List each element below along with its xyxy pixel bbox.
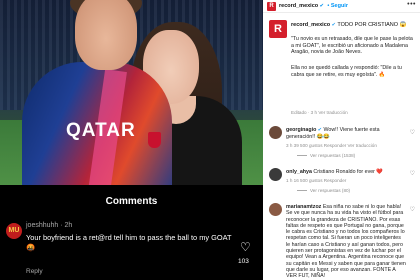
heart-icon[interactable]: ♡ [410,206,415,213]
verified-icon: ✔ [319,3,324,9]
caption-paragraph: Ella no se quedó callada y respondió: "D… [291,65,402,78]
avatar[interactable]: MU [6,223,22,239]
caption-headline-row: record_mexico ✔ TODO POR CRISTIANO 😱 [291,22,416,28]
comment-meta[interactable]: 1 h 16 500 gustos Responder [286,178,346,183]
comment-username[interactable]: only_ahya [286,169,312,175]
caption-avatar[interactable]: R [269,20,287,38]
comment-text: Your boyfriend is a ret@rd tell him to p… [26,233,232,252]
like-count: 103 [238,258,249,265]
caption-paragraph: "Tu novio es un retrasado, dile que le p… [291,36,413,56]
avatar[interactable] [269,203,282,216]
header-username-row: record_mexico ✔ • Seguir [279,3,348,9]
comment-username[interactable]: georginagio [286,127,316,133]
post-image-panel: QATAR Comments MU joeshhuhh · 2h Your bo… [0,0,263,280]
post-header: R record_mexico ✔ • Seguir ••• [263,0,420,13]
jersey-sponsor-text: QATAR [66,120,136,141]
more-options-icon[interactable]: ••• [407,1,416,8]
verified-icon: ✔ [331,22,336,28]
comment-body: only_ahya Cristiano Ronaldo for ever ❤️ [286,169,406,176]
caption-meta[interactable]: Editado · 3 h Ver traducción [291,110,348,115]
view-replies-link[interactable]: Ver respuestas (1538) [297,153,355,158]
comment-username[interactable]: joeshhuhh · 2h [26,222,72,229]
avatar[interactable] [269,126,282,139]
heart-icon[interactable]: ♡ [240,240,251,254]
comment-text: Cristiano Ronaldo for ever ❤️ [313,169,384,175]
man-face [75,0,137,70]
verified-icon: ✔ [317,127,322,133]
comment-body: marianamtzoz Esa niña no sabe ni lo que … [286,204,406,280]
comment-meta[interactable]: 3 h 39 500 gustos Responder Ver traducci… [286,143,377,148]
reply-button[interactable]: Reply [26,268,43,275]
comment-body: georginagio ✔ Wow!! Viene fuerte esta ge… [286,127,406,140]
heart-icon[interactable]: ♡ [410,129,415,136]
heart-icon[interactable]: ♡ [410,170,415,177]
caption-headline: TODO POR CRISTIANO 😱 [337,22,407,28]
comment-text: Esa niña no sabe ni lo que habla! Se ve … [286,204,406,280]
comments-title: Comments [105,196,158,207]
avatar[interactable] [269,168,282,181]
post-details-panel: R record_mexico ✔ • Seguir ••• R record_… [263,0,420,280]
post-photo[interactable]: QATAR [0,0,263,185]
header-username[interactable]: record_mexico [279,3,318,9]
account-logo[interactable]: R [267,2,276,11]
caption-username[interactable]: record_mexico [291,22,330,28]
view-replies-link[interactable]: Ver respuestas (80) [297,188,350,193]
club-badge-icon [148,132,161,148]
comment-username[interactable]: marianamtzoz [286,204,321,210]
follow-button[interactable]: • Seguir [327,3,348,9]
